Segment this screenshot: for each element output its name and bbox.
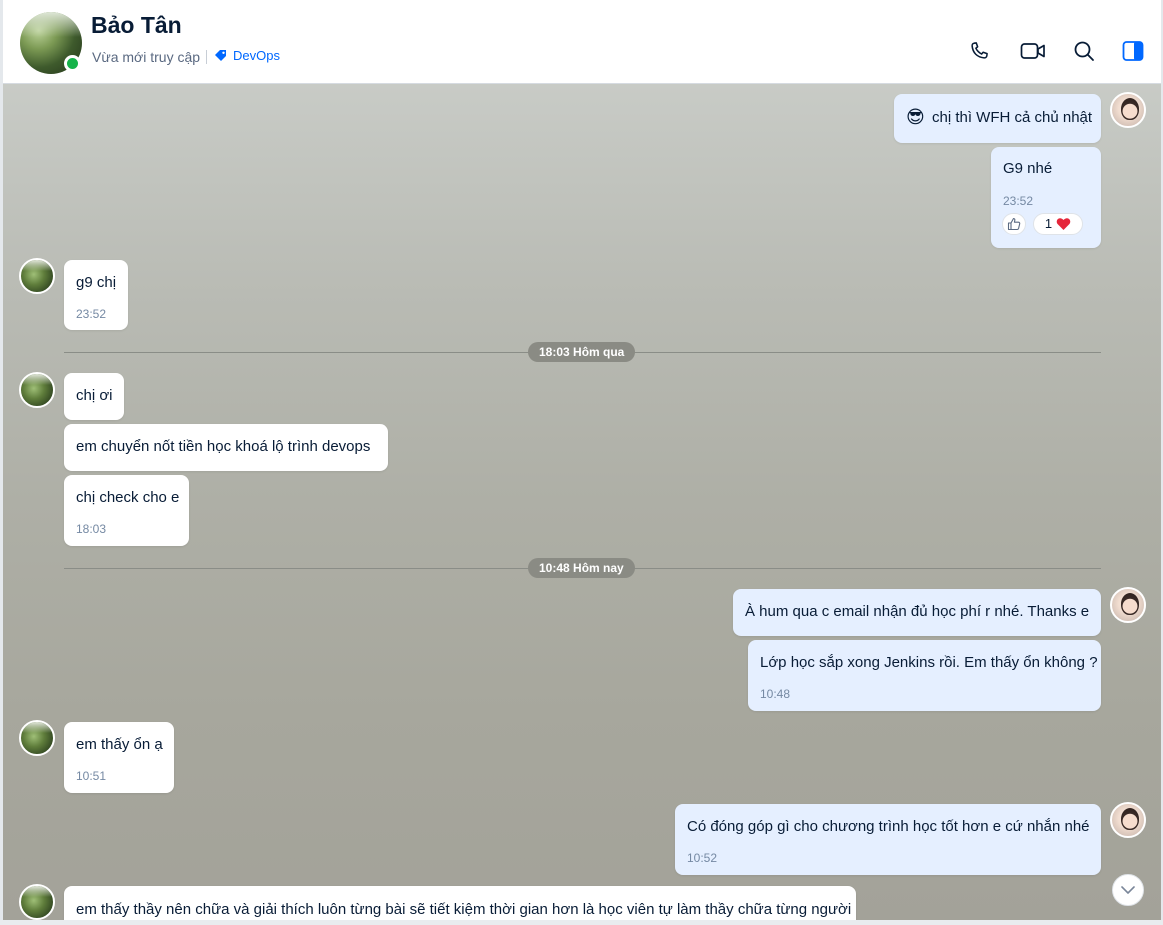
message-bubble[interactable]: Có đóng góp gì cho chương trình học tốt … — [675, 804, 1101, 875]
thumbs-up-icon — [1007, 217, 1021, 231]
date-divider-label: 10:48 Hôm nay — [528, 558, 635, 578]
sidebar-toggle-icon[interactable] — [1120, 38, 1146, 64]
message-bubble[interactable]: em thấy thầy nên chữa và giải thích luôn… — [64, 886, 856, 920]
chevron-down-icon — [1121, 886, 1135, 894]
status-divider — [206, 50, 207, 64]
tag-label: DevOps — [233, 48, 280, 63]
contact-tag[interactable]: DevOps — [214, 48, 280, 63]
message-time: 18:03 — [76, 522, 107, 536]
message-list[interactable]: 😎 chị thì WFH cả chủ nhật G9 nhé 23:52 1… — [3, 84, 1161, 920]
contact-name[interactable]: Bảo Tân — [91, 12, 182, 39]
my-avatar[interactable] — [1110, 587, 1146, 623]
online-status-dot — [64, 55, 81, 72]
phone-icon[interactable] — [966, 38, 992, 64]
message-text: em thấy thầy nên chữa và giải thích luôn… — [76, 901, 852, 918]
reaction-count: 1 — [1044, 216, 1053, 231]
chat-header: Bảo Tân Vừa mới truy cập DevOps — [3, 0, 1161, 84]
my-avatar[interactable] — [1110, 802, 1146, 838]
contact-avatar-small[interactable] — [19, 884, 55, 920]
message-time: 10:48 — [760, 687, 791, 701]
message-bubble[interactable]: À hum qua c email nhận đủ học phí r nhé.… — [733, 589, 1101, 636]
like-reaction-button[interactable] — [1002, 213, 1026, 235]
message-time: 10:52 — [687, 851, 718, 865]
contact-avatar-small[interactable] — [19, 372, 55, 408]
scroll-to-bottom-button[interactable] — [1112, 874, 1144, 906]
message-text: em thấy ổn ạ — [76, 736, 163, 753]
message-text: Có đóng góp gì cho chương trình học tốt … — [687, 818, 1090, 835]
message-bubble[interactable]: 😎 chị thì WFH cả chủ nhật — [894, 94, 1101, 143]
message-text: chị thì WFH cả chủ nhật — [932, 109, 1093, 126]
message-bubble[interactable]: chị check cho e 18:03 — [64, 475, 189, 546]
date-divider-label: 18:03 Hôm qua — [528, 342, 636, 362]
message-text: À hum qua c email nhận đủ học phí r nhé.… — [745, 603, 1090, 620]
message-text: em chuyển nốt tiền học khoá lộ trình dev… — [76, 438, 371, 455]
message-bubble[interactable]: chị ơi — [64, 373, 124, 420]
message-bubble[interactable]: em thấy ổn ạ 10:51 — [64, 722, 174, 793]
message-text: chị check cho e — [76, 489, 180, 506]
composer-edge — [0, 920, 1163, 925]
message-bubble[interactable]: G9 nhé 23:52 1 — [991, 147, 1101, 248]
message-text: Lớp học sắp xong Jenkins rồi. Em thấy ổn… — [760, 654, 1098, 671]
message-time: 23:52 — [76, 307, 107, 321]
last-seen-status: Vừa mới truy cập — [92, 49, 201, 65]
message-text: G9 nhé — [1003, 160, 1053, 177]
search-icon[interactable] — [1071, 38, 1097, 64]
contact-avatar-small[interactable] — [19, 720, 55, 756]
message-text: g9 chị — [76, 274, 117, 291]
contact-avatar-small[interactable] — [19, 258, 55, 294]
reaction-summary[interactable]: 1 — [1033, 213, 1083, 235]
tag-icon — [215, 49, 226, 61]
sunglasses-emoji-icon: 😎 — [906, 107, 925, 127]
message-time: 23:52 — [1003, 194, 1034, 208]
my-avatar[interactable] — [1110, 92, 1146, 128]
message-bubble[interactable]: em chuyển nốt tiền học khoá lộ trình dev… — [64, 424, 388, 471]
heart-icon — [1056, 218, 1071, 230]
message-bubble[interactable]: g9 chị 23:52 — [64, 260, 128, 330]
video-call-icon[interactable] — [1019, 38, 1047, 64]
message-bubble[interactable]: Lớp học sắp xong Jenkins rồi. Em thấy ổn… — [748, 640, 1101, 711]
message-text: chị ơi — [76, 387, 113, 404]
message-time: 10:51 — [76, 769, 107, 783]
